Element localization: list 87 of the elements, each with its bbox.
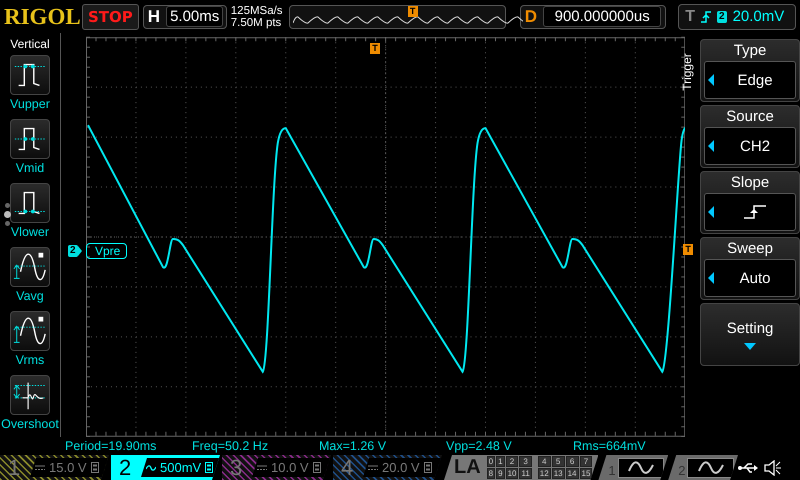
digital-channel-number: 5 bbox=[552, 456, 565, 467]
softkey-title: Type bbox=[734, 42, 766, 59]
digital-channel-number: 2 bbox=[506, 456, 518, 467]
delay-field[interactable]: D 900.000000us bbox=[520, 4, 666, 28]
bandwidth-icon bbox=[424, 462, 432, 473]
digital-channel-number: 14 bbox=[566, 468, 579, 479]
menu-softkey[interactable]: Slope bbox=[700, 171, 800, 234]
menu-title: Trigger bbox=[680, 53, 694, 91]
softkey-value-field: CH2 bbox=[704, 127, 796, 165]
measurement-value: Rms=664mV bbox=[573, 439, 647, 453]
softkey-label: Vupper bbox=[10, 97, 50, 111]
left-arrow-icon bbox=[708, 206, 714, 218]
softkey-value-field: Auto bbox=[704, 259, 796, 297]
channel-tab[interactable]: 2 500mV bbox=[111, 455, 220, 480]
speaker-muted-icon bbox=[764, 460, 782, 476]
menu-softkey[interactable]: Setting bbox=[700, 303, 800, 366]
measurement-value: Period=19.90ms bbox=[65, 439, 158, 453]
menu-softkey[interactable]: Sweep Auto bbox=[700, 237, 800, 300]
menu-softkey[interactable]: Type Edge bbox=[700, 39, 800, 102]
left-arrow-icon bbox=[708, 140, 714, 152]
digital-channel-number: 8 bbox=[486, 468, 496, 479]
digital-channel-number: 11 bbox=[519, 468, 532, 479]
bandwidth-icon bbox=[205, 462, 214, 473]
digital-channel-number: 12 bbox=[538, 468, 551, 479]
softkey-label: Vmid bbox=[16, 161, 44, 175]
sample-rate: 125MSa/s bbox=[230, 4, 284, 16]
dc-coupling-icon bbox=[35, 464, 45, 470]
softkey-label: Vrms bbox=[16, 353, 44, 367]
digital-channel-number: 6 bbox=[566, 456, 579, 467]
digital-channel-number: 10 bbox=[506, 468, 518, 479]
measurement-value: Vpp=2.48 V bbox=[446, 439, 513, 453]
bandwidth-icon bbox=[312, 462, 321, 473]
arrow-icon bbox=[78, 246, 82, 256]
digital-channel-number: 13 bbox=[552, 468, 565, 479]
down-arrow-icon bbox=[744, 342, 756, 350]
softkey-title: Source bbox=[726, 108, 774, 125]
trigger-status[interactable]: T 2 20.0mV bbox=[678, 4, 796, 30]
memory-depth: 7.50M pts bbox=[230, 16, 282, 28]
channel-scale: 10.0 V bbox=[271, 460, 309, 475]
measurement-value: Freq=50.2 Hz bbox=[192, 439, 270, 453]
digital-channel-number: 15 bbox=[580, 468, 592, 479]
sine-wave-icon bbox=[626, 461, 655, 475]
left-arrow-icon bbox=[708, 272, 714, 284]
measure-softkey[interactable] bbox=[10, 311, 50, 351]
softkey-label: Overshoot bbox=[1, 417, 59, 431]
measure-softkey[interactable] bbox=[10, 247, 50, 287]
sine-wave-icon bbox=[696, 461, 725, 475]
rising-edge-icon bbox=[743, 204, 768, 220]
digital-channel-number: 0 bbox=[486, 456, 496, 467]
softkey-value-field: Edge bbox=[704, 61, 796, 99]
channel-scale: 15.0 V bbox=[49, 460, 87, 475]
channel-marker: 2 bbox=[68, 245, 78, 257]
usb-icon bbox=[738, 462, 758, 474]
run-stop-status[interactable]: STOP bbox=[82, 4, 139, 30]
timebase-field[interactable]: H 5.00ms bbox=[142, 4, 227, 28]
left-arrow-icon bbox=[708, 74, 714, 86]
measurement-value: Max=1.26 V bbox=[319, 439, 388, 453]
digital-channel-number: 7 bbox=[580, 456, 592, 467]
brand-logo: RIGOL bbox=[4, 4, 78, 30]
measure-softkey[interactable] bbox=[10, 183, 50, 223]
digital-channel-number: 9 bbox=[496, 468, 505, 479]
measure-softkey[interactable] bbox=[10, 55, 50, 95]
page-indicator bbox=[4, 203, 11, 226]
rising-edge-icon bbox=[701, 10, 712, 24]
menu-softkey[interactable]: Source CH2 bbox=[700, 105, 800, 168]
dc-coupling-icon bbox=[257, 464, 267, 470]
logic-analyzer-tab[interactable]: LA 0 1 2 3 4 5 6 7 8 9 10 11 12 13 14 15 bbox=[444, 455, 598, 480]
softkey-title: Setting bbox=[726, 320, 774, 336]
measure-softkey[interactable] bbox=[10, 119, 50, 159]
softkey-label: Vavg bbox=[16, 289, 44, 303]
digital-channel-number: 4 bbox=[538, 456, 551, 467]
digital-channel-number: 1 bbox=[496, 456, 505, 467]
digital-channel-number: 3 bbox=[519, 456, 532, 467]
softkey-title: Slope bbox=[730, 174, 770, 191]
channel-label: Vpre bbox=[86, 243, 128, 259]
trigger-position-marker: T bbox=[370, 43, 380, 54]
ac-coupling-icon bbox=[146, 464, 156, 470]
softkey-title: Sweep bbox=[727, 240, 773, 257]
bandwidth-icon bbox=[90, 462, 99, 473]
menu-title: Vertical bbox=[10, 37, 50, 51]
channel-scale: 500mV bbox=[160, 460, 202, 475]
measure-softkey[interactable] bbox=[10, 375, 50, 415]
trigger-level-marker: T bbox=[683, 244, 694, 255]
softkey-label: Vlower bbox=[10, 225, 50, 239]
dc-coupling-icon bbox=[368, 464, 378, 470]
trigger-position-marker: T bbox=[408, 6, 418, 16]
channel-scale: 20.0 V bbox=[382, 460, 420, 475]
